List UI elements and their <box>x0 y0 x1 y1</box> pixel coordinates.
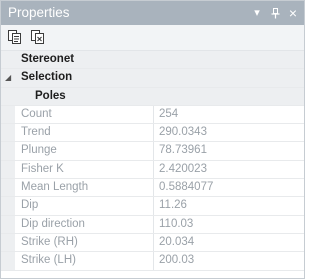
property-name: Trend <box>21 126 51 139</box>
property-value: 254 <box>159 107 179 120</box>
property-row[interactable]: Trend 290.0343 <box>1 124 304 143</box>
property-value: 200.03 <box>159 254 195 267</box>
property-value: 290.0343 <box>159 126 207 139</box>
properties-panel: Properties ▾ × Stereonet ◢ Selection Pol… <box>0 0 305 279</box>
property-row[interactable]: Strike (LH) 200.03 <box>1 252 304 271</box>
property-value: 110.03 <box>159 217 194 230</box>
property-name: Strike (LH) <box>21 254 76 267</box>
property-name: Dip direction <box>21 217 85 230</box>
property-value: 11.26 <box>159 199 187 212</box>
panel-title: Properties <box>8 5 70 20</box>
property-row[interactable]: Count 254 <box>1 105 304 125</box>
property-grid: Stereonet ◢ Selection Poles Count 254 Tr… <box>1 51 304 271</box>
copy-icon[interactable] <box>7 29 25 47</box>
property-value: 0.5884077 <box>159 181 214 194</box>
panel-titlebar: Properties ▾ × <box>1 1 304 25</box>
property-name: Count <box>21 107 52 120</box>
property-name: Strike (RH) <box>21 235 78 248</box>
toolbar <box>1 25 304 51</box>
category-label: Selection <box>21 71 73 84</box>
property-name: Plunge <box>21 144 57 157</box>
property-value: 20.034 <box>159 235 195 248</box>
window-dropdown-button[interactable]: ▾ <box>249 4 265 22</box>
property-row[interactable]: Mean Length 0.5884077 <box>1 179 304 198</box>
property-name: Mean Length <box>21 181 89 194</box>
property-name: Fisher K <box>21 162 64 175</box>
property-row[interactable]: Plunge 78.73961 <box>1 142 304 161</box>
collapse-triangle-icon[interactable]: ◢ <box>5 73 11 82</box>
category-poles[interactable]: Poles <box>1 87 304 106</box>
property-row[interactable]: Dip 11.26 <box>1 197 304 216</box>
property-name: Dip <box>21 199 39 212</box>
property-row[interactable]: Dip direction 110.03 <box>1 215 304 234</box>
category-selection[interactable]: ◢ Selection <box>1 69 304 88</box>
property-value: 78.73961 <box>159 144 207 157</box>
close-button[interactable]: × <box>285 4 301 22</box>
category-stereonet[interactable]: Stereonet <box>1 51 304 70</box>
copy-values-icon[interactable] <box>30 29 48 47</box>
property-row[interactable]: Strike (RH) 20.034 <box>1 233 304 253</box>
property-row[interactable]: Fisher K 2.420023 <box>1 160 304 180</box>
category-label: Poles <box>35 89 66 102</box>
property-value: 2.420023 <box>159 162 207 175</box>
pin-icon <box>271 8 279 19</box>
category-label: Stereonet <box>21 53 75 65</box>
pin-button[interactable] <box>267 4 283 22</box>
